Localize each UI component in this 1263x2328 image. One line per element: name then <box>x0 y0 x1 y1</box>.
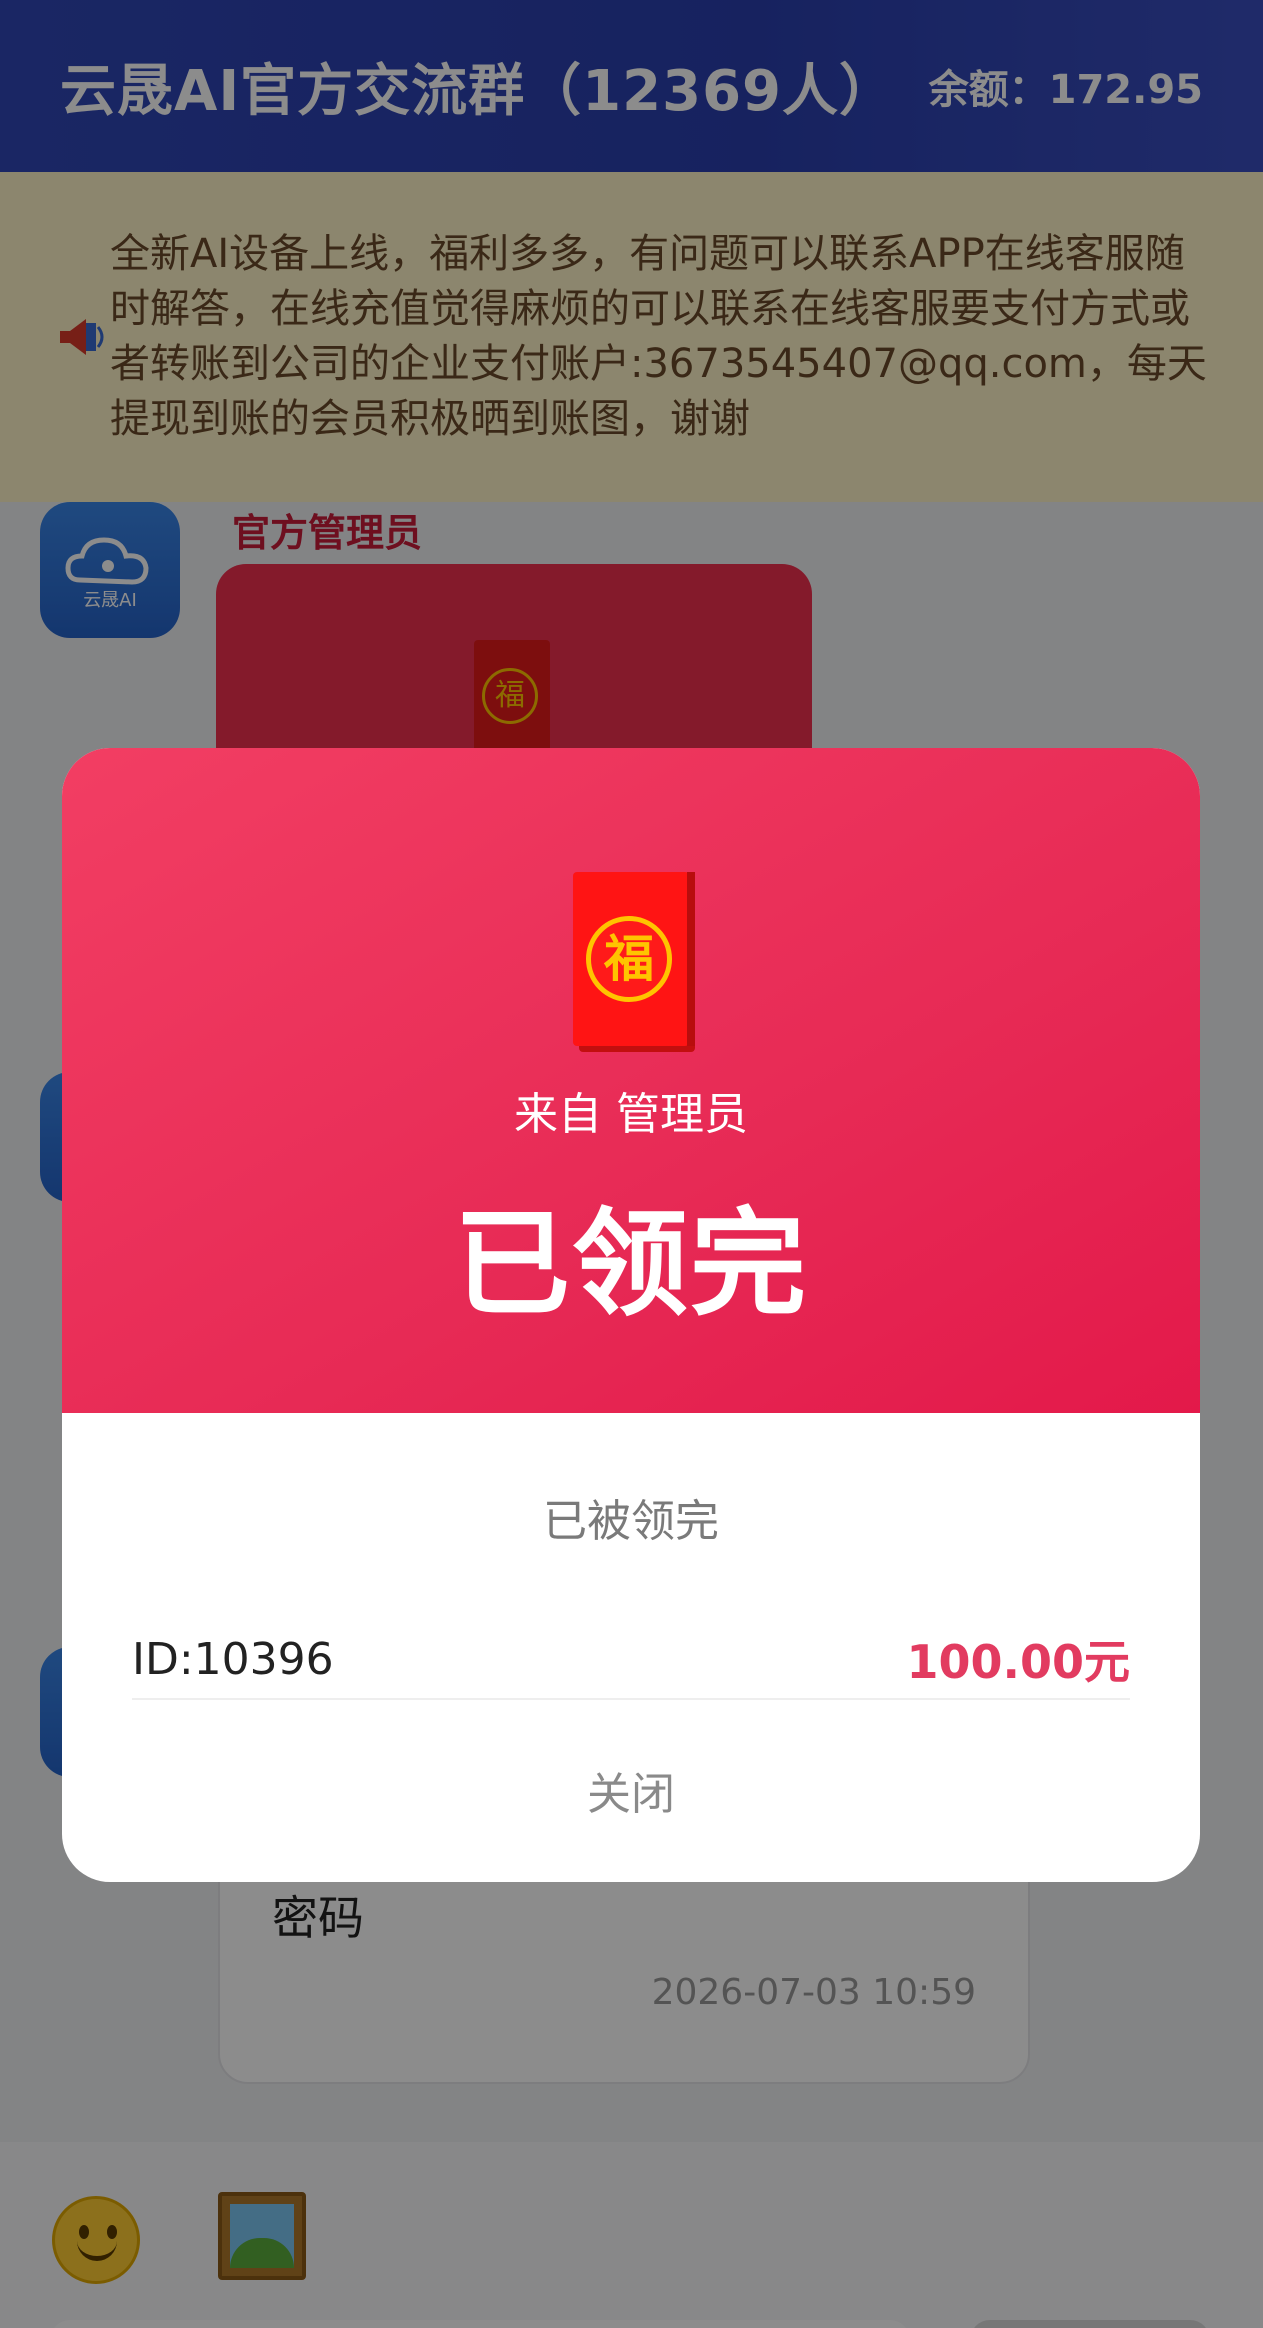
modal-header: 福 来自 管理员 已领完 <box>62 748 1200 1413</box>
red-packet-modal: 福 来自 管理员 已领完 已被领完 ID:10396 100.00元 关闭 <box>62 748 1200 1882</box>
red-packet-icon: 福 <box>573 872 695 1046</box>
claim-amount: 100.00元 <box>906 1635 1130 1689</box>
packet-status: 已领完 <box>454 1197 808 1332</box>
close-button[interactable]: 关闭 <box>62 1758 1200 1822</box>
claim-record-row: ID:10396 100.00元 <box>132 1620 1130 1700</box>
from-label: 来自 管理员 <box>514 1089 748 1140</box>
fu-emblem: 福 <box>586 916 672 1002</box>
claimer-id: ID:10396 <box>132 1633 334 1685</box>
packet-sub-status: 已被领完 <box>543 1496 719 1547</box>
